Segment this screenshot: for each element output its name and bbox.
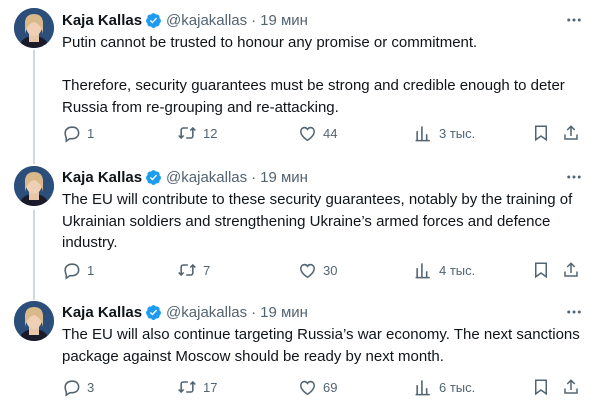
tweet-timestamp[interactable]: 19 мин xyxy=(260,12,308,29)
views-button[interactable]: 6 тыс. xyxy=(414,377,475,397)
tweet[interactable]: Kaja Kallas @kajakallas · 19 мин Putin c… xyxy=(0,0,598,160)
heart-icon xyxy=(300,263,315,278)
views-button[interactable]: 3 тыс. xyxy=(414,123,475,143)
more-options-button[interactable] xyxy=(564,167,584,187)
tweet-actions: 1 7 30 4 тыс. xyxy=(62,260,586,280)
like-button[interactable]: 30 xyxy=(298,260,337,280)
tweet[interactable]: Kaja Kallas @kajakallas · 19 мин The EU … xyxy=(0,160,598,295)
tweet-timestamp[interactable]: 19 мин xyxy=(260,169,308,186)
retweet-count: 7 xyxy=(203,262,211,278)
avatar-portrait-icon xyxy=(14,8,54,48)
bookmark-icon xyxy=(535,379,547,396)
tweet-actions: 1 12 44 3 тыс. xyxy=(62,123,586,143)
heart-icon xyxy=(300,380,315,395)
tweet-header: Kaja Kallas @kajakallas · 19 мин xyxy=(62,167,308,187)
avatar-portrait-icon xyxy=(14,166,54,206)
author-name[interactable]: Kaja Kallas xyxy=(62,12,142,29)
reply-count: 3 xyxy=(87,379,95,395)
separator-dot: · xyxy=(251,11,257,29)
reply-button[interactable]: 1 xyxy=(62,123,94,143)
heart-icon xyxy=(300,126,315,141)
more-horizontal-icon xyxy=(567,175,581,179)
share-icon xyxy=(564,379,578,394)
author-handle[interactable]: @kajakallas xyxy=(166,169,247,186)
share-button[interactable] xyxy=(562,123,580,143)
views-button[interactable]: 4 тыс. xyxy=(414,260,475,280)
share-icon xyxy=(564,125,578,140)
bookmark-icon xyxy=(535,125,547,142)
more-options-button[interactable] xyxy=(564,10,584,30)
retweet-icon xyxy=(178,380,196,394)
share-icon xyxy=(564,262,578,277)
tweet-header: Kaja Kallas @kajakallas · 19 мин xyxy=(62,10,308,30)
tweet[interactable]: Kaja Kallas @kajakallas · 19 мин The EU … xyxy=(0,295,598,410)
verified-badge-icon xyxy=(145,12,162,29)
bookmark-button[interactable] xyxy=(532,260,550,280)
tweet-thread: Kaja Kallas @kajakallas · 19 мин Putin c… xyxy=(0,0,598,410)
separator-dot: · xyxy=(251,168,257,186)
tweet-actions: 3 17 69 6 тыс. xyxy=(62,377,586,397)
retweet-button[interactable]: 12 xyxy=(177,123,217,143)
tweet-timestamp[interactable]: 19 мин xyxy=(260,304,308,321)
views-count: 3 тыс. xyxy=(439,125,476,141)
verified-badge-icon xyxy=(145,304,162,321)
more-horizontal-icon xyxy=(567,18,581,22)
more-horizontal-icon xyxy=(567,310,581,314)
author-handle[interactable]: @kajakallas xyxy=(166,12,247,29)
avatar[interactable] xyxy=(14,166,54,206)
author-name[interactable]: Kaja Kallas xyxy=(62,304,142,321)
author-handle[interactable]: @kajakallas xyxy=(166,304,247,321)
retweet-button[interactable]: 7 xyxy=(177,260,210,280)
bookmark-button[interactable] xyxy=(532,377,550,397)
views-bar-chart-icon xyxy=(415,262,430,278)
like-count: 69 xyxy=(323,379,338,395)
separator-dot: · xyxy=(251,303,257,321)
retweet-count: 12 xyxy=(203,125,218,141)
retweet-icon xyxy=(178,263,196,277)
share-button[interactable] xyxy=(562,377,580,397)
share-button[interactable] xyxy=(562,260,580,280)
reply-icon xyxy=(64,262,80,280)
retweet-icon xyxy=(178,126,196,140)
like-count: 30 xyxy=(323,262,338,278)
more-options-button[interactable] xyxy=(564,302,584,322)
avatar[interactable] xyxy=(14,301,54,341)
retweet-button[interactable]: 17 xyxy=(177,377,217,397)
avatar[interactable] xyxy=(14,8,54,48)
reply-button[interactable]: 3 xyxy=(62,377,94,397)
tweet-text: Putin cannot be trusted to honour any pr… xyxy=(62,34,565,116)
views-count: 4 тыс. xyxy=(439,262,476,278)
author-name[interactable]: Kaja Kallas xyxy=(62,169,142,186)
tweet-text: The EU will also continue targeting Russ… xyxy=(62,326,584,365)
reply-button[interactable]: 1 xyxy=(62,260,94,280)
like-button[interactable]: 69 xyxy=(298,377,337,397)
reply-icon xyxy=(64,125,80,143)
like-button[interactable]: 44 xyxy=(298,123,337,143)
views-count: 6 тыс. xyxy=(439,379,476,395)
reply-count: 1 xyxy=(87,262,95,278)
views-bar-chart-icon xyxy=(415,379,430,395)
reply-icon xyxy=(64,379,80,397)
tweet-header: Kaja Kallas @kajakallas · 19 мин xyxy=(62,302,308,322)
verified-badge-icon xyxy=(145,169,162,186)
avatar-portrait-icon xyxy=(14,301,54,341)
like-count: 44 xyxy=(323,125,338,141)
retweet-count: 17 xyxy=(203,379,218,395)
views-bar-chart-icon xyxy=(415,125,430,141)
bookmark-icon xyxy=(535,262,547,279)
tweet-text: The EU will contribute to these security… xyxy=(62,191,577,251)
reply-count: 1 xyxy=(87,125,95,141)
bookmark-button[interactable] xyxy=(532,123,550,143)
